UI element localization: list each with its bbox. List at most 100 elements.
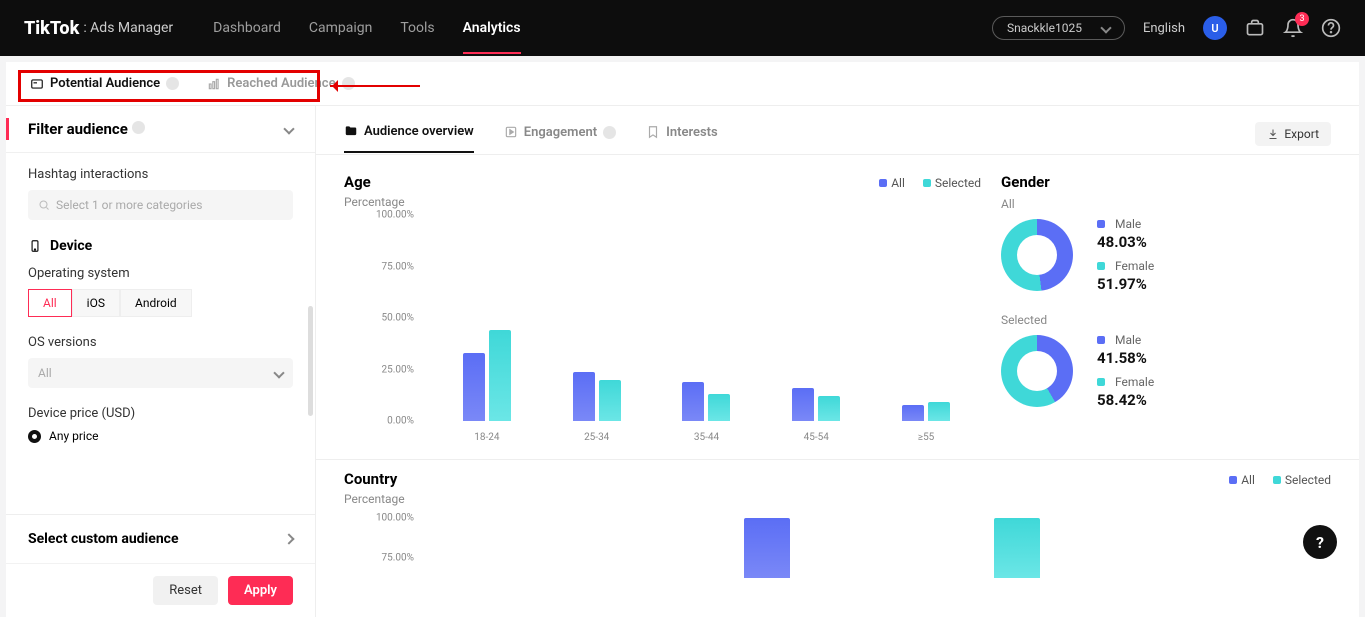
legend-all-label-2: All [1241, 473, 1255, 487]
tab-interests[interactable]: Interests [646, 125, 718, 152]
reset-button[interactable]: Reset [153, 576, 218, 605]
nav-dashboard[interactable]: Dashboard [213, 20, 281, 36]
os-versions-value: All [38, 366, 52, 380]
age-subtitle: Percentage [344, 195, 405, 209]
bar-group: 35-44 [677, 382, 735, 421]
briefcase-icon[interactable] [1245, 18, 1265, 38]
legend-all-label: All [891, 176, 905, 190]
y-tick: 50.00% [370, 313, 414, 324]
device-section-header: Device [28, 238, 293, 254]
age-gender-row: Age Percentage All Selected 100.00%75.00… [316, 155, 1359, 455]
chevron-down-icon [1100, 22, 1111, 33]
age-title: Age [344, 173, 405, 191]
os-android-button[interactable]: Android [120, 289, 192, 317]
bar-all [792, 388, 814, 421]
bar-selected [708, 394, 730, 421]
legend-dot-all [879, 179, 887, 187]
female-label-2: Female [1115, 375, 1154, 389]
bar-group: ≥55 [897, 402, 955, 421]
nav-campaign[interactable]: Campaign [309, 20, 372, 36]
account-name: Snackkle1025 [1007, 21, 1082, 35]
notif-badge: 3 [1295, 12, 1309, 26]
legend-dot-selected [923, 179, 931, 187]
bell-icon[interactable]: 3 [1283, 18, 1303, 38]
country-bar-selected [994, 518, 1040, 578]
filter-audience-header[interactable]: Filter audience [6, 106, 315, 153]
os-versions-select[interactable]: All [28, 358, 293, 388]
export-button[interactable]: Export [1255, 122, 1331, 146]
help-dot-icon [342, 77, 355, 90]
tab-engagement[interactable]: Engagement [504, 125, 616, 152]
device-price-radio[interactable]: Any price [28, 429, 293, 443]
nav-tools[interactable]: Tools [400, 20, 434, 36]
y-tick: 100.00% [370, 210, 414, 221]
tab-potential-label: Potential Audience [50, 76, 160, 91]
os-label: Operating system [28, 266, 293, 281]
y-tick: 0.00% [370, 416, 414, 427]
device-price-label: Device price (USD) [28, 406, 293, 421]
export-label: Export [1284, 127, 1319, 141]
country-title: Country [344, 470, 405, 488]
bar-group: 45-54 [787, 388, 845, 421]
card-icon [30, 77, 44, 91]
country-subtitle: Percentage [344, 492, 405, 506]
bar-group: 18-24 [458, 330, 516, 421]
bar-selected [489, 330, 511, 421]
os-toggle-group: All iOS Android [28, 289, 293, 317]
tab-audience-overview[interactable]: Audience overview [344, 124, 474, 153]
age-panel: Age Percentage All Selected 100.00%75.00… [344, 173, 981, 445]
language-selector[interactable]: English [1143, 21, 1185, 36]
logo: TikTok : Ads Manager [24, 18, 173, 39]
x-label: 45-54 [804, 432, 829, 443]
hashtag-placeholder: Select 1 or more categories [56, 198, 202, 212]
tab-potential-audience[interactable]: Potential Audience [30, 76, 179, 91]
country-bar-all [744, 518, 790, 578]
device-title: Device [50, 238, 92, 254]
avatar[interactable]: U [1203, 16, 1227, 40]
chevron-down-icon [283, 123, 294, 134]
hashtag-select[interactable]: Select 1 or more categories [28, 190, 293, 220]
device-price-value: Any price [49, 429, 98, 443]
chart-icon [207, 77, 221, 91]
gender-selected-label: Selected [1001, 313, 1331, 327]
scrollbar[interactable] [308, 306, 313, 416]
tab-interests-label: Interests [666, 125, 718, 140]
nav-analytics[interactable]: Analytics [463, 20, 521, 36]
gender-all-male-value: 48.03% [1097, 233, 1154, 251]
y-tick: 25.00% [370, 364, 414, 375]
x-label: 25-34 [584, 432, 609, 443]
country-legend: All Selected [1229, 473, 1331, 487]
account-selector[interactable]: Snackkle1025 [992, 16, 1125, 40]
device-icon [28, 239, 42, 253]
search-icon [38, 199, 50, 211]
main-content: Filter audience Hashtag interactions Sel… [6, 106, 1359, 617]
help-dot-icon [166, 77, 179, 90]
bar-selected [928, 402, 950, 421]
bar-all [902, 405, 924, 421]
select-custom-audience[interactable]: Select custom audience [6, 514, 315, 563]
help-fab[interactable]: ? [1303, 525, 1337, 559]
filter-body: Hashtag interactions Select 1 or more ca… [6, 153, 315, 514]
x-label: 35-44 [694, 432, 719, 443]
radio-icon [28, 430, 41, 443]
audience-type-tabs: Potential Audience Reached Audience [6, 62, 1359, 106]
age-bar-chart: 100.00%75.00%50.00%25.00%0.00% 18-2425-3… [374, 215, 981, 445]
chevron-right-icon [283, 533, 294, 544]
gender-all-donut [1001, 219, 1073, 291]
age-legend: All Selected [879, 176, 981, 190]
tab-reached-label: Reached Audience [227, 76, 335, 91]
legend-selected-label-2: Selected [1285, 473, 1331, 487]
download-icon [1267, 128, 1279, 140]
top-nav: TikTok : Ads Manager Dashboard Campaign … [0, 0, 1365, 56]
gender-title: Gender [1001, 173, 1331, 191]
gender-panel: Gender All Male48.03% Female51.97% [1001, 173, 1331, 445]
country-panel: Country Percentage All Selected 100.00% … [316, 459, 1359, 570]
bar-selected [599, 380, 621, 421]
gender-all-female-value: 51.97% [1097, 275, 1154, 293]
help-icon[interactable] [1321, 18, 1341, 38]
os-ios-button[interactable]: iOS [72, 289, 120, 317]
gender-all-label: All [1001, 197, 1331, 211]
tab-reached-audience[interactable]: Reached Audience [207, 76, 354, 91]
os-all-button[interactable]: All [28, 289, 72, 317]
apply-button[interactable]: Apply [228, 576, 293, 605]
